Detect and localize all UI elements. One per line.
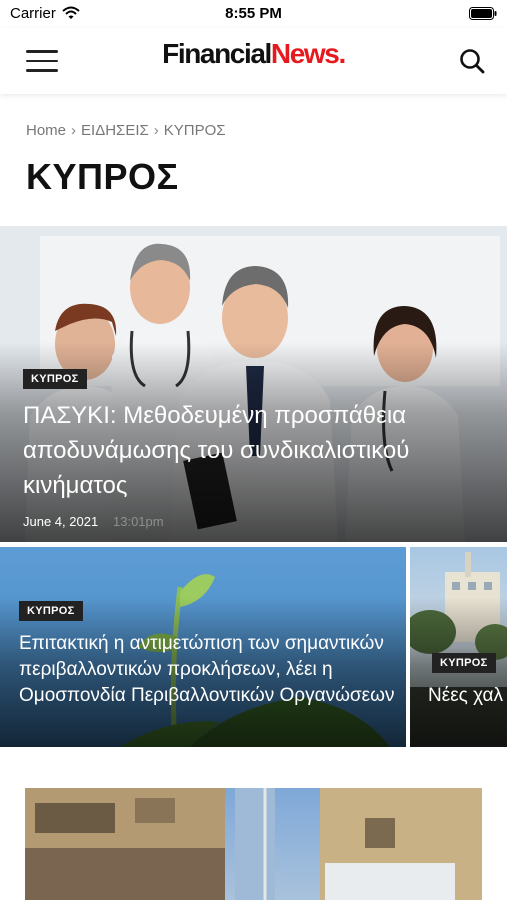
featured-title[interactable]: ΠΑΣΥΚΙ: Μεθοδευμένη προσπάθεια αποδυνάμω… [23,398,493,503]
battery-icon [469,7,497,20]
article-image[interactable] [25,788,482,900]
site-logo[interactable]: FinancialNews. [0,38,507,70]
featured-date: June 4, 2021 [23,514,99,529]
page-title: ΚΥΠΡΟΣ [26,156,179,197]
breadcrumb-home[interactable]: Home [26,122,66,139]
breadcrumb-current: ΚΥΠΡΟΣ [163,122,226,139]
breadcrumb-news[interactable]: ΕΙΔΗΣΕΙΣ [81,122,149,139]
logo-text-part2: News. [270,38,346,69]
article-title[interactable]: Νέες χαλ μέτρα απ [428,683,507,709]
breadcrumb-separator: › [71,122,77,139]
category-badge[interactable]: ΚΥΠΡΟΣ [19,601,83,621]
category-badge[interactable]: ΚΥΠΡΟΣ [23,369,87,389]
breadcrumb-separator: › [153,122,159,139]
search-icon[interactable] [459,48,485,74]
clock: 8:55 PM [225,5,282,22]
status-bar: Carrier 8:55 PM [0,0,507,28]
category-badge[interactable]: ΚΥΠΡΟΣ [432,653,496,673]
street-image [25,788,482,900]
featured-time: 13:01pm [113,514,164,529]
article-card[interactable]: ΚΥΠΡΟΣ Επιτακτική η αντιμετώπιση των σημ… [0,547,406,747]
logo-text-part1: Financial [162,38,272,69]
article-title[interactable]: Επιτακτική η αντιμετώπιση των σημαντικών… [19,631,399,709]
article-card[interactable]: ΚΥΠΡΟΣ Νέες χαλ μέτρα απ [410,547,507,747]
featured-article-card[interactable]: ΚΥΠΡΟΣ ΠΑΣΥΚΙ: Μεθοδευμένη προσπάθεια απ… [0,226,507,542]
app-header: FinancialNews. [0,28,507,94]
breadcrumb: Home › ΕΙΔΗΣΕΙΣ › ΚΥΠΡΟΣ [26,122,226,139]
